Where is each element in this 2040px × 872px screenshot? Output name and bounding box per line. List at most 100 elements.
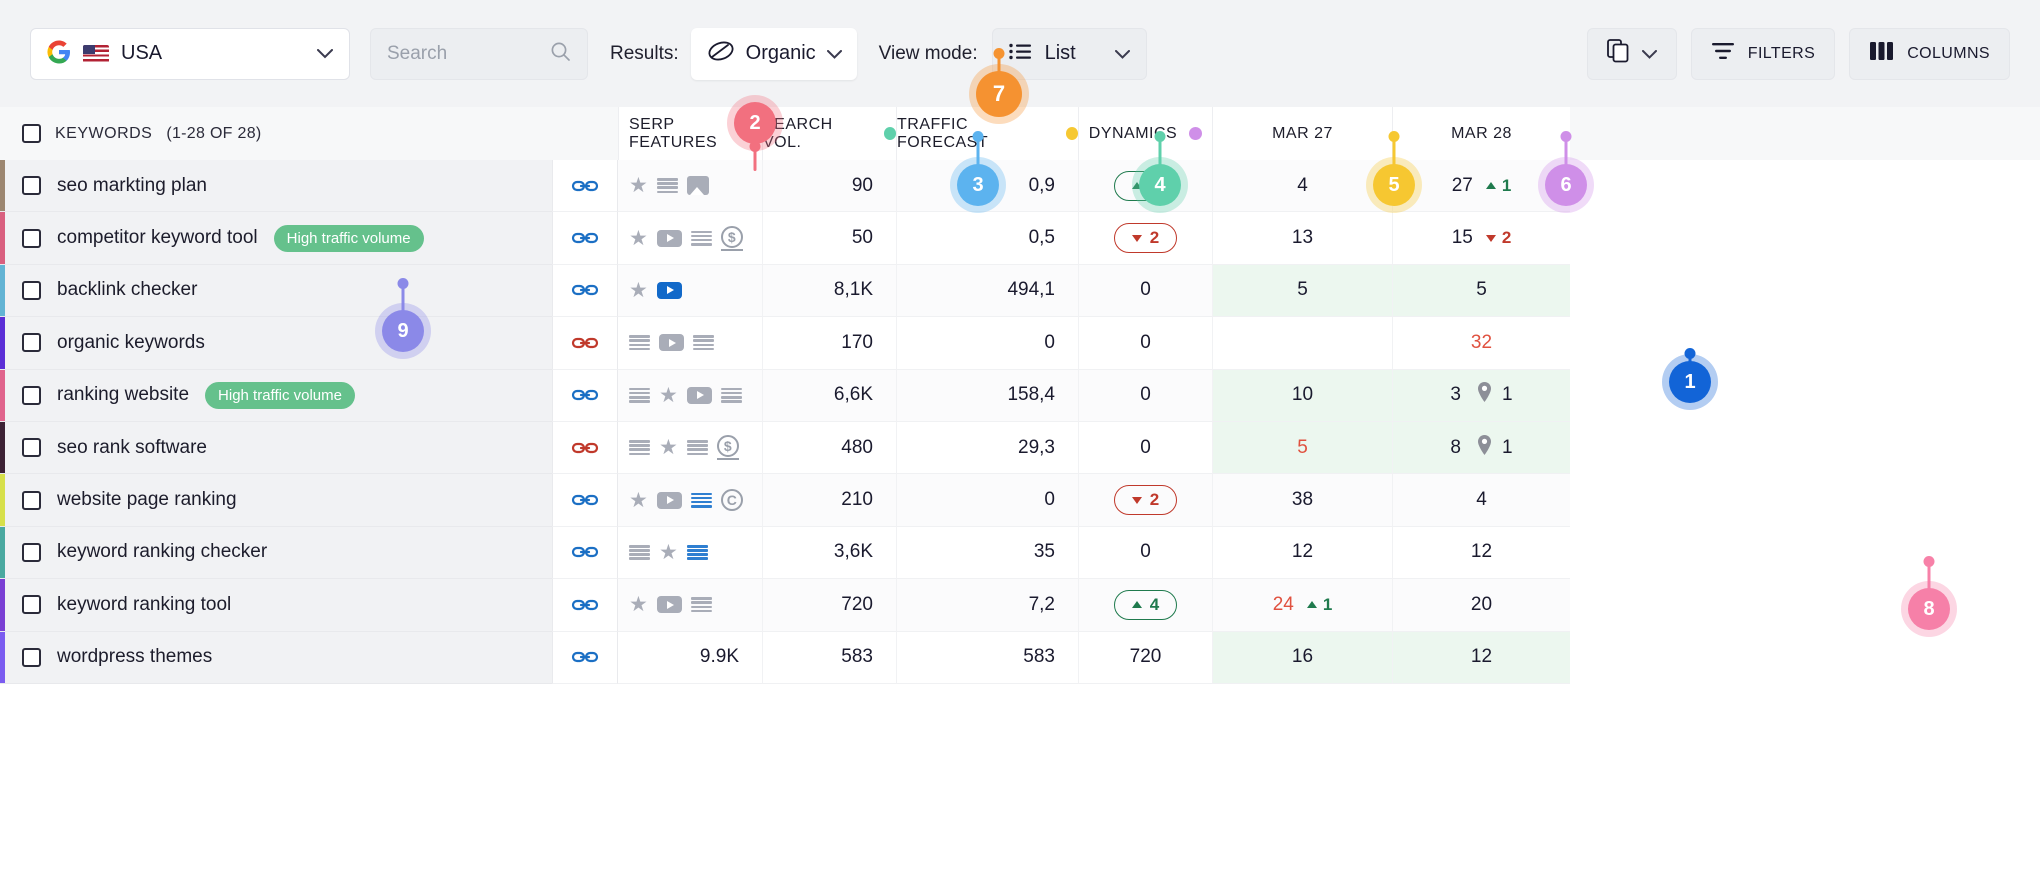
position-cell-mar-28[interactable]: 12	[1392, 631, 1570, 684]
position-cell-mar-28[interactable]: 15 2	[1392, 212, 1570, 265]
row-checkbox[interactable]	[22, 542, 41, 562]
results-label: Results:	[610, 42, 679, 64]
link-icon[interactable]	[571, 329, 599, 357]
annotation-marker-9[interactable]: 9	[375, 303, 431, 359]
position-cell-mar-27[interactable]: 38	[1212, 474, 1392, 527]
landing-page-link-cell[interactable]	[552, 526, 618, 580]
annotation-marker-4[interactable]: 4	[1132, 157, 1188, 213]
country-selector[interactable]: USA	[30, 27, 350, 80]
column-header-dynamics[interactable]: DYNAMICS	[1078, 107, 1212, 160]
landing-page-link-cell[interactable]	[552, 369, 618, 422]
keyword-text[interactable]: seo markting plan	[57, 175, 207, 197]
link-icon[interactable]	[571, 434, 599, 462]
position-cell-mar-27[interactable]: 4	[1212, 160, 1392, 213]
table-row[interactable]: website page ranking ★ C 210 0 2 38 4	[0, 474, 2040, 527]
position-cell-mar-27[interactable]: 5	[1212, 421, 1392, 475]
table-row[interactable]: keyword ranking checker ★ 3,6K 35 0 12 12	[0, 526, 2040, 580]
keyword-text[interactable]: organic keywords	[57, 332, 205, 354]
position-cell-mar-28[interactable]: 81	[1392, 421, 1570, 475]
results-type-selector[interactable]: Organic	[690, 27, 857, 80]
landing-page-link-cell[interactable]	[552, 579, 618, 632]
keyword-text[interactable]: ranking website	[57, 384, 189, 406]
columns-button[interactable]: COLUMNS	[1849, 27, 2010, 80]
keyword-text[interactable]: wordpress themes	[57, 646, 212, 668]
annotation-marker-1[interactable]: 1	[1662, 354, 1718, 410]
landing-page-link-cell[interactable]	[552, 421, 618, 475]
landing-page-link-cell[interactable]	[552, 474, 618, 527]
landing-page-link-cell[interactable]	[552, 317, 618, 370]
table-row[interactable]: organic keywords 170 0 0 32	[0, 317, 2040, 370]
position-cell-mar-27[interactable]: 10	[1212, 369, 1392, 422]
row-checkbox[interactable]	[22, 176, 41, 196]
position-cell-mar-27[interactable]	[1212, 317, 1392, 370]
landing-page-link-cell[interactable]	[552, 160, 618, 213]
keyword-cell[interactable]: keyword ranking tool	[0, 579, 552, 632]
row-checkbox[interactable]	[22, 490, 41, 510]
table-row[interactable]: ranking website High traffic volume ★ 6,6K 1…	[0, 369, 2040, 422]
annotation-marker-8[interactable]: 8	[1901, 581, 1957, 637]
position-cell-mar-28[interactable]: 5	[1392, 264, 1570, 318]
annotation-marker-5[interactable]: 5	[1366, 157, 1422, 213]
keyword-cell[interactable]: seo markting plan	[0, 160, 552, 213]
search-input[interactable]: Search	[370, 27, 588, 80]
row-checkbox[interactable]	[22, 595, 41, 615]
keyword-cell[interactable]: wordpress themes	[0, 631, 552, 684]
position-cell-mar-27[interactable]: 24 1	[1212, 579, 1392, 632]
keyword-text[interactable]: seo rank software	[57, 437, 207, 459]
table-row[interactable]: wordpress themes 9.9K 583 583 720 16 12	[0, 631, 2040, 684]
keyword-text[interactable]: backlink checker	[57, 279, 197, 301]
row-checkbox[interactable]	[22, 333, 41, 353]
keyword-cell[interactable]: website page ranking	[0, 474, 552, 527]
keyword-cell[interactable]: competitor keyword tool High traffic volu…	[0, 212, 552, 265]
keyword-text[interactable]: competitor keyword tool	[57, 227, 258, 249]
position-cell-mar-28[interactable]: 31	[1392, 369, 1570, 422]
landing-page-link-cell[interactable]	[552, 631, 618, 684]
keyword-cell[interactable]: backlink checker	[0, 264, 552, 318]
landing-page-link-cell[interactable]	[552, 212, 618, 265]
link-icon[interactable]	[571, 276, 599, 304]
position-cell-mar-28[interactable]: 4	[1392, 474, 1570, 527]
row-checkbox[interactable]	[22, 280, 41, 300]
link-icon[interactable]	[571, 643, 599, 671]
keyword-text[interactable]: website page ranking	[57, 489, 237, 511]
position-cell-mar-28[interactable]: 12	[1392, 526, 1570, 580]
compare-button[interactable]	[1586, 27, 1677, 80]
row-checkbox[interactable]	[22, 438, 41, 458]
annotation-marker-6[interactable]: 6	[1538, 157, 1594, 213]
column-header-mar-28[interactable]: MAR 28	[1392, 107, 1570, 160]
filters-button[interactable]: FILTERS	[1690, 27, 1836, 80]
link-icon[interactable]	[571, 381, 599, 409]
table-row[interactable]: seo markting plan★900,914271	[0, 160, 2040, 213]
annotation-marker-2[interactable]: 2	[727, 95, 783, 151]
keyword-cell[interactable]: keyword ranking checker	[0, 526, 552, 580]
row-checkbox[interactable]	[22, 647, 41, 667]
position-cell-mar-28[interactable]: 20	[1392, 579, 1570, 632]
column-header-mar-27[interactable]: MAR 27	[1212, 107, 1392, 160]
link-icon[interactable]	[571, 224, 599, 252]
position-cell-mar-27[interactable]: 5	[1212, 264, 1392, 318]
search-volume-value: 90	[851, 174, 873, 196]
row-checkbox[interactable]	[22, 385, 41, 405]
link-icon[interactable]	[571, 172, 599, 200]
keyword-text[interactable]: keyword ranking checker	[57, 541, 267, 563]
keyword-text[interactable]: keyword ranking tool	[57, 594, 231, 616]
table-row[interactable]: backlink checker ★ 8,1K 494,1 0 5 5	[0, 264, 2040, 318]
link-icon[interactable]	[571, 538, 599, 566]
landing-page-link-cell[interactable]	[552, 264, 618, 318]
row-checkbox[interactable]	[22, 228, 41, 248]
position-cell-mar-27[interactable]: 13	[1212, 212, 1392, 265]
link-icon[interactable]	[571, 486, 599, 514]
keyword-cell[interactable]: seo rank software	[0, 421, 552, 475]
table-row[interactable]: seo rank software ★ $480 29,3 0 5 8 1	[0, 421, 2040, 475]
select-all-checkbox[interactable]	[22, 124, 41, 143]
annotation-marker-3[interactable]: 3	[950, 157, 1006, 213]
link-icon[interactable]	[571, 591, 599, 619]
position-cell-mar-27[interactable]: 16	[1212, 631, 1392, 684]
table-row[interactable]: keyword ranking tool ★ 720 7,2 4 24 1 20	[0, 579, 2040, 632]
position-cell-mar-27[interactable]: 12	[1212, 526, 1392, 580]
table-row[interactable]: competitor keyword tool High traffic volu…	[0, 212, 2040, 265]
position-cell-mar-28[interactable]: 32	[1392, 317, 1570, 370]
keyword-cell[interactable]: organic keywords	[0, 317, 552, 370]
annotation-marker-7[interactable]: 7	[969, 64, 1029, 124]
keyword-cell[interactable]: ranking website High traffic volume	[0, 369, 552, 422]
